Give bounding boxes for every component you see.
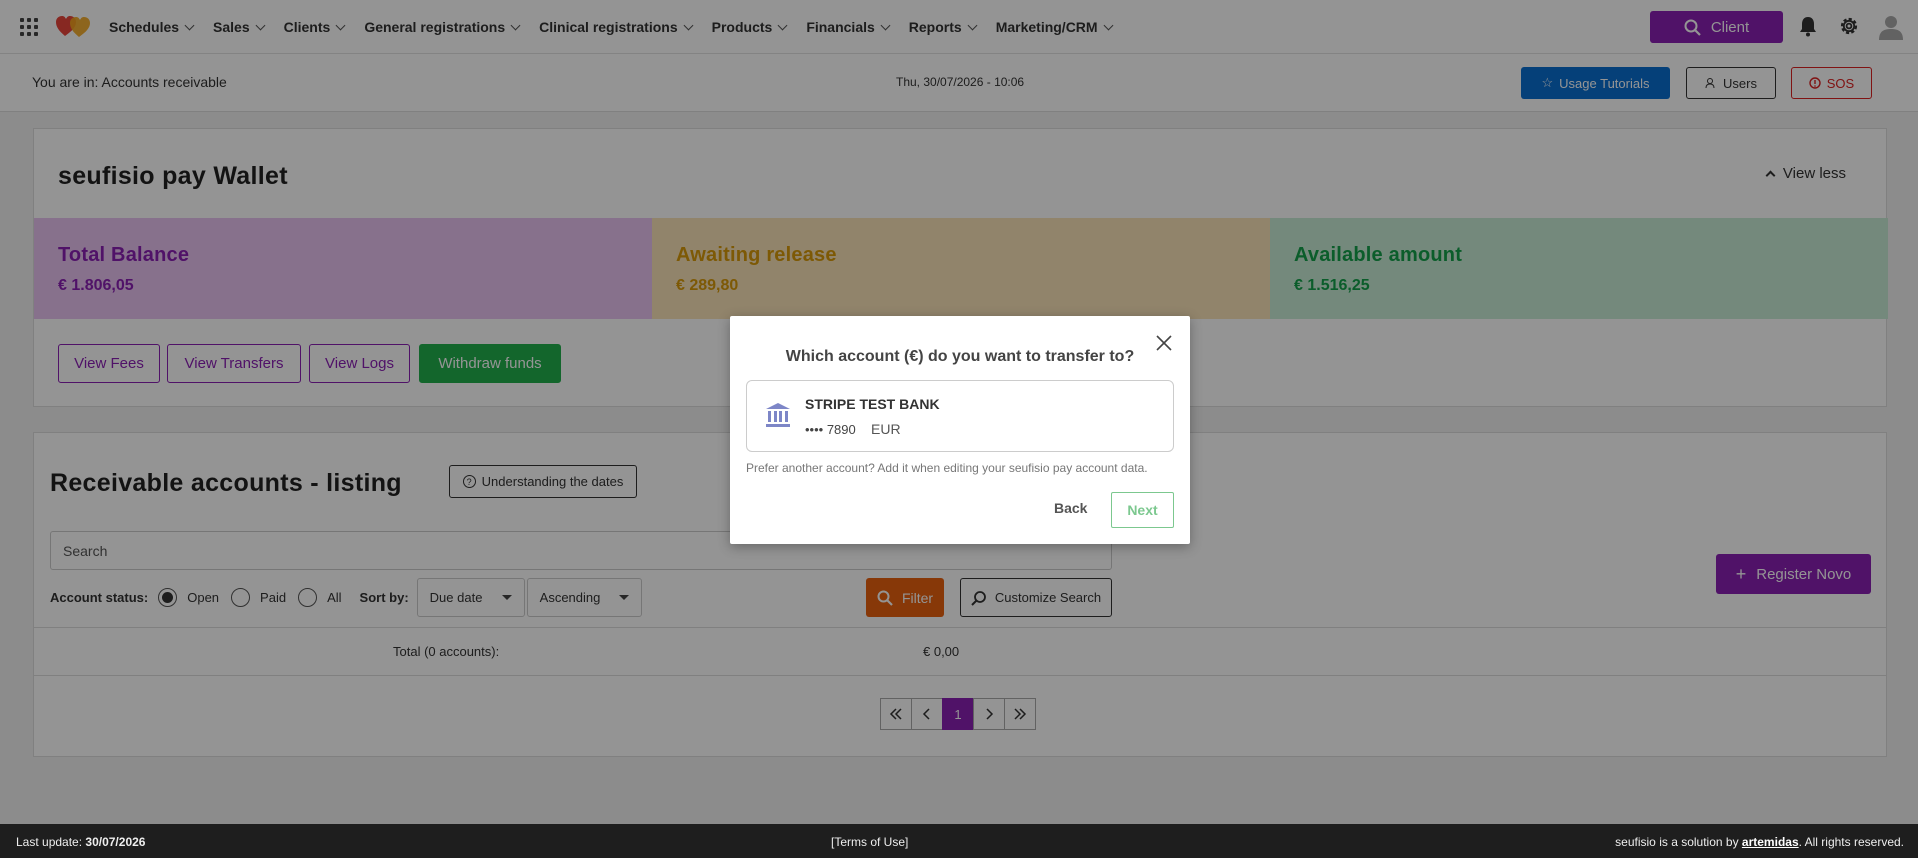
account-currency: EUR [871,421,901,437]
copyright: seufisio is a solution by artemidas. All… [1615,835,1904,849]
bank-icon [766,403,790,427]
terms-of-use-link[interactable]: [Terms of Use] [831,835,908,849]
bank-account-option[interactable]: STRIPE TEST BANK •••• 7890 EUR [746,380,1174,452]
dialog-hint: Prefer another account? Add it when edit… [746,461,1148,475]
dialog-title: Which account (€) do you want to transfe… [785,348,1135,365]
last-update-label: Last update: [16,835,83,849]
next-button[interactable]: Next [1111,492,1174,528]
transfer-account-dialog: Which account (€) do you want to transfe… [730,316,1190,544]
account-number: •••• 7890 [805,422,856,437]
solution-prefix: seufisio is a solution by [1615,835,1739,849]
bank-name: STRIPE TEST BANK [805,396,940,412]
back-button[interactable]: Back [1054,500,1087,516]
last-update: Last update: 30/07/2026 [16,835,145,849]
rights-text: . All rights reserved. [1798,835,1904,849]
footer: Last update: 30/07/2026 [Terms of Use] s… [0,824,1918,858]
last-update-value: 30/07/2026 [85,835,146,849]
artemidas-link[interactable]: artemidas [1742,835,1799,849]
